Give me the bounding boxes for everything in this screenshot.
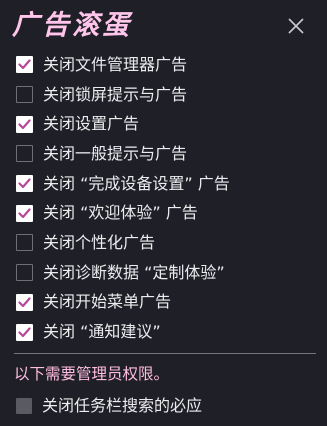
admin-required-note: 以下需要管理员权限。 [14,365,170,383]
checkmark-icon [18,119,31,129]
option-item[interactable]: 关闭个性化广告 [16,228,316,258]
option-label: 关闭一般提示与广告 [43,143,188,163]
close-icon [286,16,306,36]
checkbox[interactable] [16,145,33,163]
window-title: 广告滚蛋 [12,10,132,41]
option-item[interactable]: 关闭开始菜单广告 [16,288,316,318]
option-label: 关闭任务栏搜索的必应 [42,396,203,415]
option-item[interactable]: 关闭 “完成设备设置” 广告 [16,169,316,199]
option-label: 关闭锁屏提示与广告 [43,84,188,104]
options-list: 关闭文件管理器广告 关闭锁屏提示与广告 关闭设置广告 关闭一般提示与广告 关闭 … [16,50,316,347]
checkbox[interactable] [16,323,33,341]
option-label: 关闭个性化广告 [43,232,156,252]
checkmark-icon [18,297,31,307]
checkbox[interactable] [16,175,33,193]
checkbox[interactable] [16,398,32,414]
option-item[interactable]: 关闭一般提示与广告 [16,139,316,169]
option-item[interactable]: 关闭 “通知建议” [16,317,316,347]
checkmark-icon [18,326,31,337]
option-item[interactable]: 关闭设置广告 [16,109,316,139]
section-divider [14,353,316,354]
checkbox[interactable] [16,293,33,311]
option-label: 关闭设置广告 [43,114,140,134]
option-item[interactable]: 关闭锁屏提示与广告 [16,80,316,110]
option-item[interactable]: 关闭文件管理器广告 [16,50,316,80]
close-button[interactable] [286,16,306,36]
option-label: 关闭 “通知建议” [43,322,161,342]
checkbox[interactable] [16,234,33,252]
option-item[interactable]: 关闭 “欢迎体验” 广告 [16,198,316,228]
option-label: 关闭 “完成设备设置” 广告 [43,173,230,193]
option-label: 关闭文件管理器广告 [43,54,188,74]
checkbox[interactable] [16,86,33,104]
option-label: 关闭开始菜单广告 [43,292,172,312]
option-label: 关闭 “欢迎体验” 广告 [43,203,198,223]
ad-settings-panel: 广告滚蛋 关闭文件管理器广告 关闭锁屏提示与广告 关闭设置广告 关闭一般提示与广… [0,0,327,426]
checkbox[interactable] [16,264,33,282]
option-item[interactable]: 关闭诊断数据 “定制体验” [16,258,316,288]
checkbox[interactable] [16,204,33,222]
checkmark-icon [18,208,31,218]
checkbox[interactable] [16,115,33,133]
option-label: 关闭诊断数据 “定制体验” [43,262,225,282]
checkmark-icon [18,178,31,189]
admin-option-item[interactable]: 关闭任务栏搜索的必应 [16,396,202,416]
checkbox[interactable] [16,56,33,74]
checkmark-icon [18,59,31,70]
